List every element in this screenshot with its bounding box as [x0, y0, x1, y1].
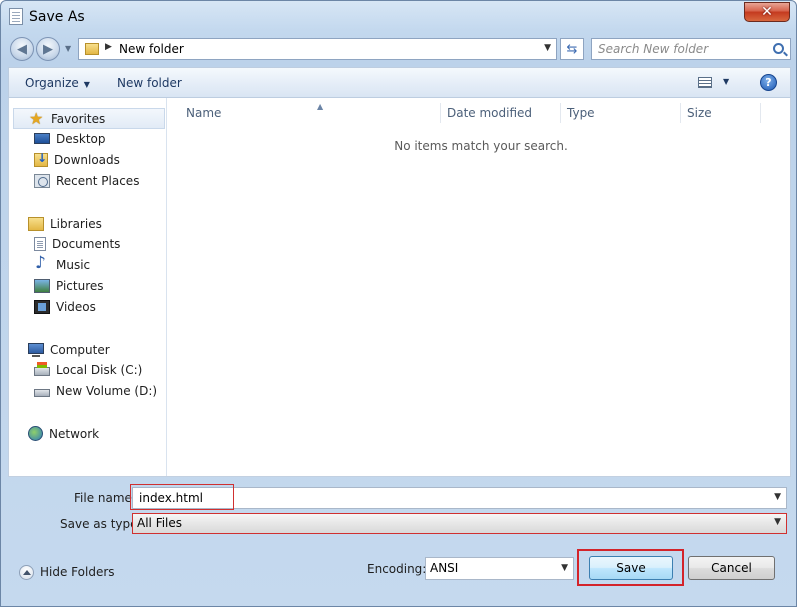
navigation-pane[interactable]: Favorites Desktop Downloads Recent Place…	[9, 98, 167, 476]
sidebar-item-label: Network	[49, 426, 100, 441]
sidebar-item-libraries[interactable]: Libraries	[13, 213, 165, 234]
hide-folders-button[interactable]: Hide Folders	[19, 562, 115, 582]
new-folder-button[interactable]: New folder	[117, 76, 182, 90]
organize-button[interactable]: Organize ▼	[25, 76, 90, 90]
drive-icon	[34, 389, 50, 397]
column-header-type[interactable]: Type	[561, 103, 681, 123]
browser-pane: Favorites Desktop Downloads Recent Place…	[8, 98, 791, 477]
encoding-dropdown-icon[interactable]: ▼	[561, 563, 568, 573]
star-icon	[29, 109, 45, 128]
views-dropdown-icon[interactable]: ▼	[723, 77, 729, 86]
encoding-value: ANSI	[430, 561, 459, 575]
refresh-button[interactable]: ⇆	[560, 38, 584, 60]
computer-icon	[28, 343, 44, 357]
refresh-icon: ⇆	[566, 41, 578, 57]
navigation-bar: ◀ ▶ ▼ ▶ New folder ▼ ⇆	[8, 35, 791, 63]
sidebar-item-label: Computer	[50, 342, 110, 357]
system-drive-icon	[34, 362, 50, 376]
sidebar-item-desktop[interactable]: Desktop	[34, 129, 106, 149]
picture-icon	[34, 279, 50, 293]
save-button[interactable]: Save	[589, 556, 673, 580]
sidebar-item-computer[interactable]: Computer	[13, 339, 165, 360]
music-note-icon	[34, 253, 50, 273]
sidebar-item-label: Libraries	[50, 216, 102, 231]
sidebar-item-label: Recent Places	[56, 174, 140, 188]
file-list[interactable]: Name ▲ Date modified Type Size No items …	[168, 98, 791, 476]
document-icon	[34, 237, 46, 251]
organize-label: Organize	[25, 76, 79, 90]
address-dropdown-icon[interactable]: ▼	[544, 43, 551, 53]
sidebar-item-documents[interactable]: Documents	[34, 234, 120, 254]
file-name-combobox[interactable]: ▼	[132, 487, 787, 509]
save-as-type-value: All Files	[137, 516, 183, 530]
libraries-icon	[28, 216, 44, 231]
forward-button[interactable]: ▶	[36, 37, 60, 61]
search-input[interactable]	[598, 41, 768, 57]
sidebar-item-local-disk-c[interactable]: Local Disk (C:)	[34, 360, 142, 380]
views-icon[interactable]	[698, 77, 712, 88]
search-box[interactable]	[591, 38, 791, 60]
recent-places-icon	[34, 174, 50, 188]
film-icon	[34, 300, 50, 314]
title-bar[interactable]: Save As ✕	[1, 1, 796, 33]
window-title: Save As	[29, 9, 85, 25]
sidebar-item-music[interactable]: Music	[34, 253, 91, 275]
sidebar-item-downloads[interactable]: Downloads	[34, 150, 120, 170]
sidebar-item-label: Favorites	[51, 111, 106, 126]
file-name-label: File name:	[74, 491, 136, 505]
close-button[interactable]: ✕	[744, 2, 790, 22]
breadcrumb-chevron-icon[interactable]: ▶	[105, 42, 112, 52]
notepad-icon	[9, 8, 23, 25]
sidebar-item-label: Documents	[52, 237, 121, 251]
arrow-left-icon: ◀	[17, 41, 27, 57]
help-button[interactable]: ?	[760, 74, 777, 91]
column-header-size[interactable]: Size	[681, 103, 761, 123]
save-as-type-dropdown-icon[interactable]: ▼	[774, 517, 781, 527]
file-name-dropdown-icon[interactable]: ▼	[774, 492, 781, 502]
breadcrumb-current-folder[interactable]: New folder	[119, 42, 184, 56]
file-name-input[interactable]	[139, 490, 759, 506]
collapse-up-icon	[19, 564, 34, 580]
recent-pages-dropdown[interactable]: ▼	[65, 44, 71, 53]
network-globe-icon	[28, 426, 43, 441]
sidebar-item-label: Desktop	[56, 132, 106, 146]
save-as-dialog: Save As ✕ ◀ ▶ ▼ ▶ New folder ▼ ⇆ Organiz…	[0, 0, 797, 607]
sidebar-item-label: Local Disk (C:)	[56, 363, 143, 377]
sort-ascending-icon: ▲	[317, 102, 324, 111]
empty-folder-message: No items match your search.	[394, 139, 568, 153]
cancel-button[interactable]: Cancel	[688, 556, 775, 580]
sidebar-item-recent-places[interactable]: Recent Places	[34, 171, 139, 191]
arrow-right-icon: ▶	[43, 41, 53, 57]
sidebar-item-videos[interactable]: Videos	[34, 297, 96, 317]
column-header-label: Name	[186, 106, 222, 120]
sidebar-item-label: Pictures	[56, 279, 104, 293]
folder-icon	[85, 43, 99, 55]
sidebar-item-network[interactable]: Network	[13, 423, 165, 444]
column-header-name[interactable]: Name ▲	[180, 102, 441, 123]
back-button[interactable]: ◀	[10, 37, 34, 61]
downloads-folder-icon	[34, 151, 48, 167]
sidebar-item-new-volume-d[interactable]: New Volume (D:)	[34, 381, 157, 401]
column-header-date-modified[interactable]: Date modified	[441, 103, 561, 123]
chevron-down-icon: ▼	[83, 80, 90, 89]
encoding-label: Encoding:	[367, 562, 427, 576]
sidebar-item-label: New Volume (D:)	[56, 384, 158, 398]
address-bar[interactable]: ▶ New folder ▼	[78, 38, 557, 60]
save-as-type-label: Save as type:	[60, 517, 142, 531]
desktop-icon	[34, 132, 50, 144]
save-as-type-select[interactable]: All Files ▼	[132, 513, 787, 534]
search-icon[interactable]	[773, 43, 784, 54]
encoding-select[interactable]: ANSI ▼	[425, 557, 574, 580]
sidebar-item-label: Music	[56, 258, 91, 272]
sidebar-item-label: Downloads	[54, 153, 120, 167]
sidebar-item-label: Videos	[56, 300, 96, 314]
sidebar-item-favorites[interactable]: Favorites	[13, 108, 165, 129]
sidebar-item-pictures[interactable]: Pictures	[34, 276, 104, 296]
hide-folders-label: Hide Folders	[40, 565, 115, 579]
command-bar: Organize ▼ New folder ▼ ?	[8, 67, 791, 98]
